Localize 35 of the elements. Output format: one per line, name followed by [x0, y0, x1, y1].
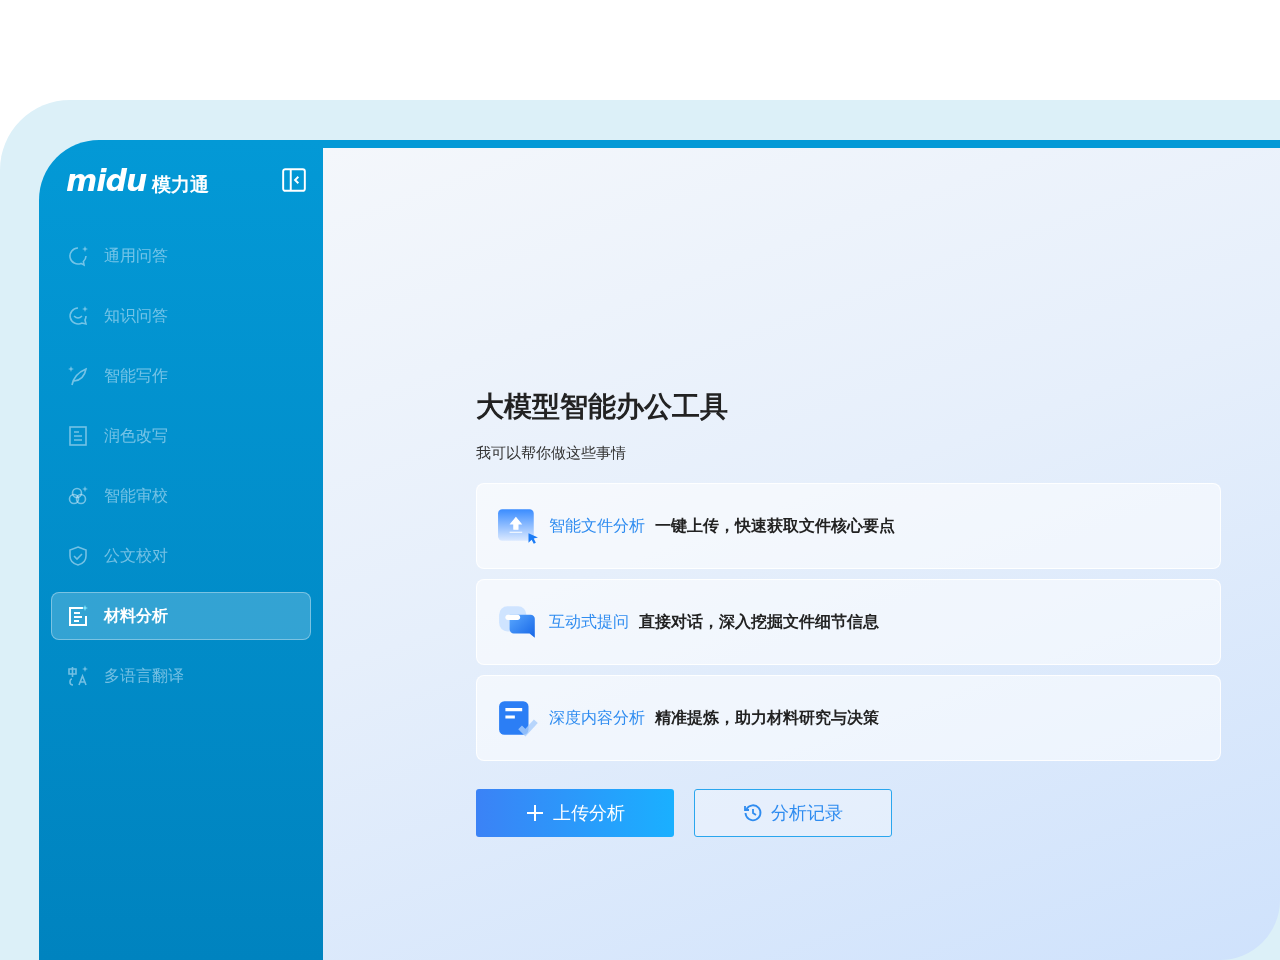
feature-title: 智能文件分析 — [549, 515, 645, 537]
feature-card[interactable]: 智能文件分析 一键上传，快速获取文件核心要点 — [476, 483, 1221, 569]
sidebar-item[interactable]: 材料分析 — [51, 592, 311, 640]
sidebar-item[interactable]: 多语言翻译 — [51, 652, 311, 700]
feature-title: 深度内容分析 — [549, 707, 645, 729]
page-subtitle: 我可以帮你做这些事情 — [476, 444, 627, 463]
app-name: 模力通 — [152, 171, 210, 197]
plus-icon — [525, 803, 545, 823]
feature-description: 一键上传，快速获取文件核心要点 — [655, 515, 895, 537]
sidebar-item[interactable]: 公文校对 — [51, 532, 311, 580]
sidebar-item[interactable]: 智能写作 — [51, 352, 311, 400]
page-title: 大模型智能办公工具 — [476, 389, 729, 425]
sidebar-item[interactable]: 通用问答 — [51, 232, 311, 280]
feature-description: 精准提炼，助力材料研究与决策 — [655, 707, 879, 729]
sidebar-item-icon — [66, 664, 90, 688]
sidebar-collapse-icon[interactable] — [281, 167, 307, 193]
sidebar-item[interactable]: 智能审校 — [51, 472, 311, 520]
feature-title: 互动式提问 — [549, 611, 629, 633]
feature-description: 直接对话，深入挖掘文件细节信息 — [639, 611, 879, 633]
sidebar-item-icon — [66, 244, 90, 268]
sidebar-item-icon — [66, 304, 90, 328]
sidebar-item[interactable]: 润色改写 — [51, 412, 311, 460]
upload-button[interactable]: 上传分析 — [476, 789, 674, 837]
sidebar-item-icon — [66, 364, 90, 388]
feature-icon — [497, 506, 539, 546]
history-button[interactable]: 分析记录 — [694, 789, 892, 837]
history-icon — [743, 803, 763, 823]
feature-card[interactable]: 深度内容分析 精准提炼，助力材料研究与决策 — [476, 675, 1221, 761]
sidebar-item[interactable]: 知识问答 — [51, 292, 311, 340]
logo-wordmark: midu — [66, 162, 147, 198]
sidebar-item-icon — [66, 604, 90, 628]
feature-card[interactable]: 互动式提问 直接对话，深入挖掘文件细节信息 — [476, 579, 1221, 665]
feature-icon — [497, 698, 539, 738]
sidebar-item-icon — [66, 544, 90, 568]
sidebar-item-icon — [66, 424, 90, 448]
